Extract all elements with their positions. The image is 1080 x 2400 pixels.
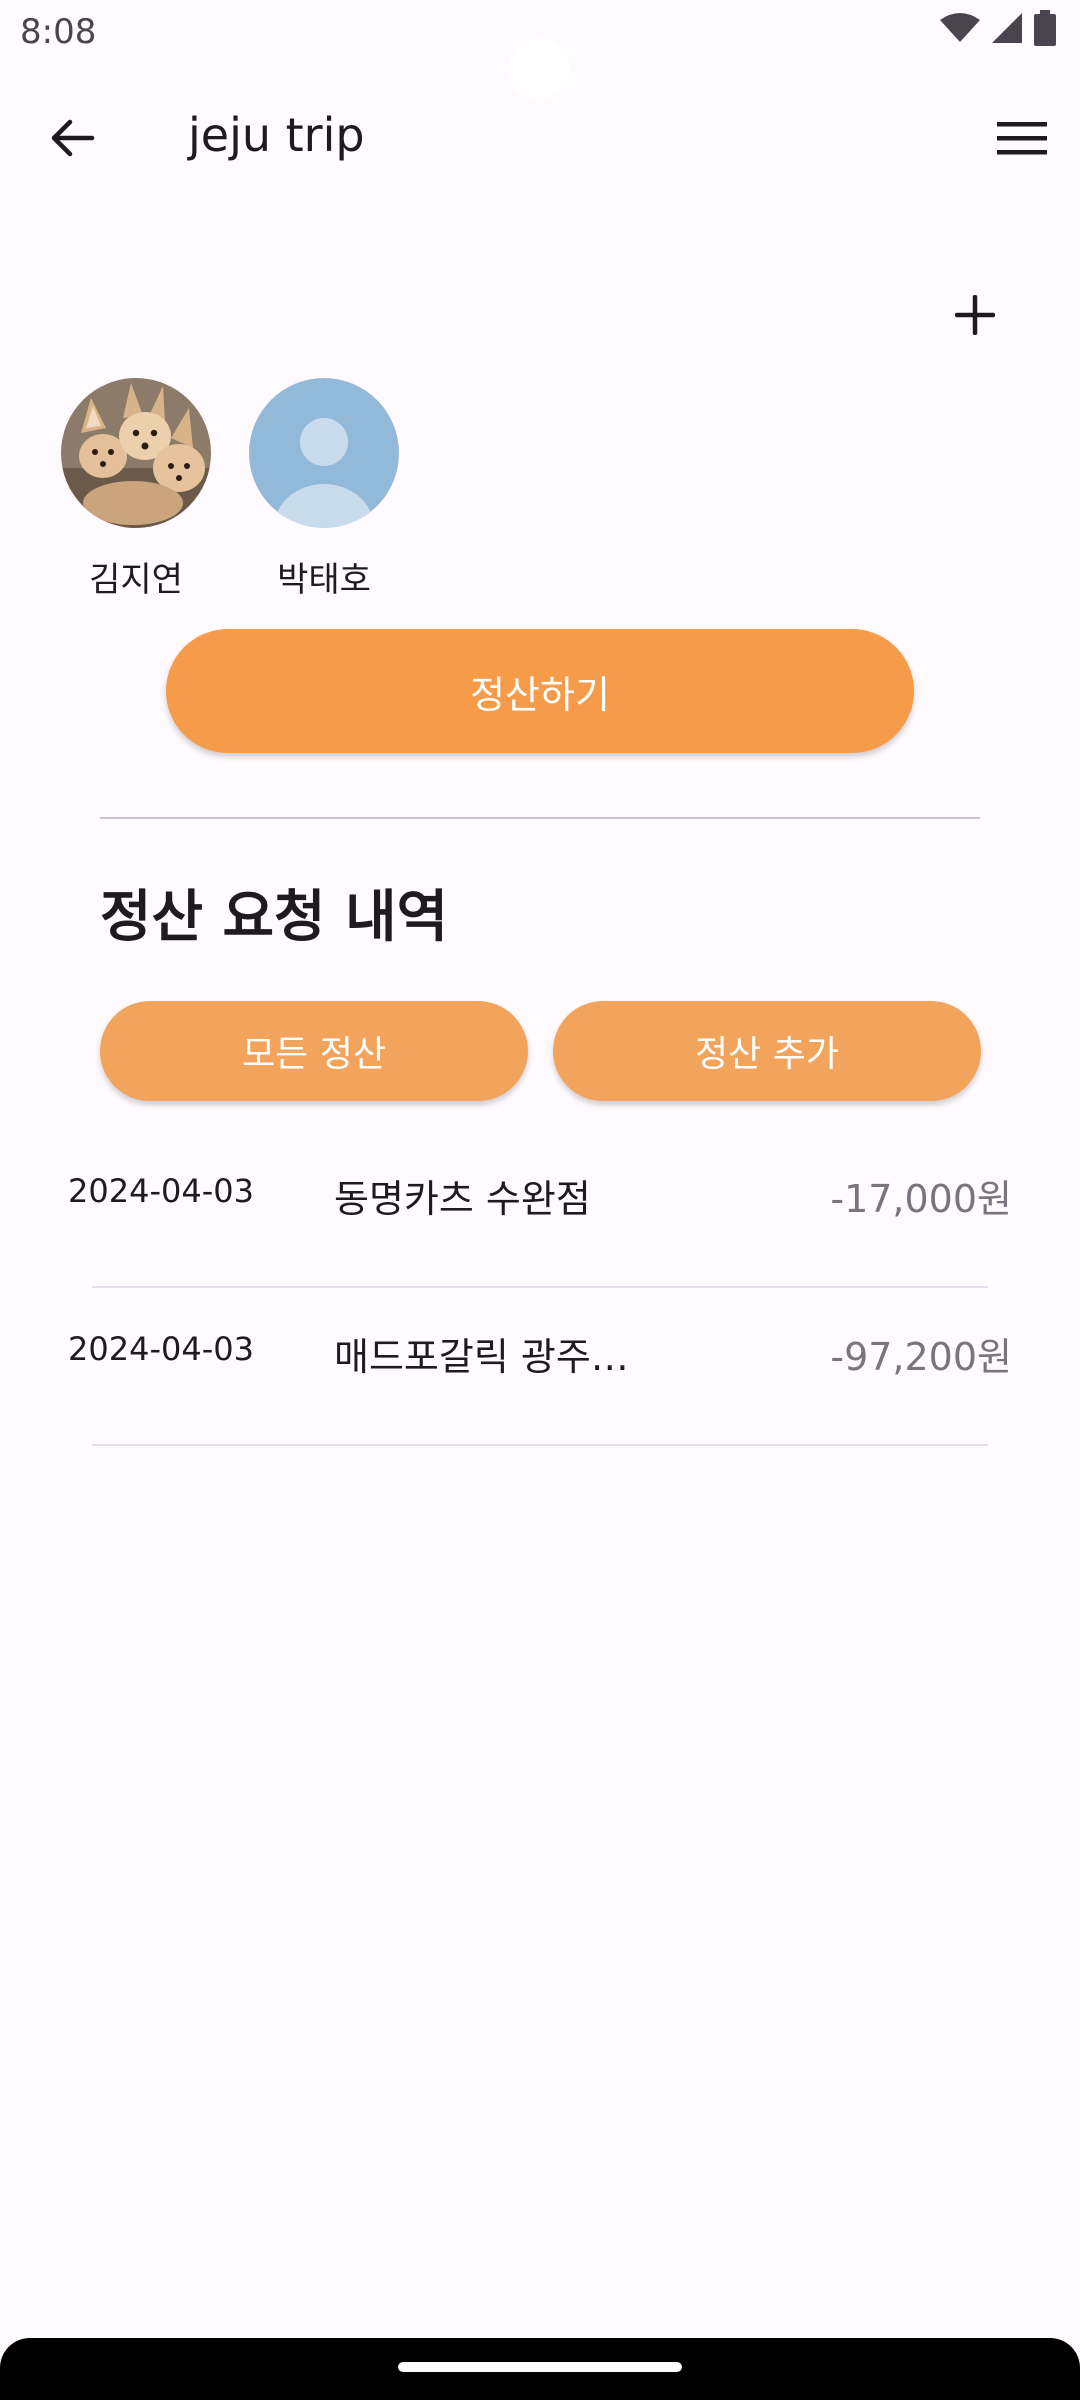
row-divider [92, 1444, 988, 1446]
app-bar: jeju trip [0, 80, 1080, 192]
status-icons [940, 10, 1056, 46]
transaction-list: 2024-04-03 동명카츠 수완점 -17,000원 2024-04-03 … [0, 1130, 1080, 1446]
page-title: jeju trip [188, 108, 365, 162]
all-settlements-button[interactable]: 모든 정산 [100, 1001, 528, 1101]
member-list: 김지연 박태호 [0, 378, 1080, 608]
transaction-amount: -97,200원 [830, 1335, 1012, 1379]
member-name: 김지연 [89, 560, 183, 600]
hamburger-menu-icon [997, 122, 1047, 155]
transaction-date: 2024-04-03 [68, 1330, 254, 1368]
transaction-date: 2024-04-03 [68, 1172, 254, 1210]
list-item[interactable]: 2024-04-03 매드포갈릭 광주… -97,200원 [0, 1288, 1080, 1446]
transaction-description: 매드포갈릭 광주… [334, 1335, 629, 1379]
status-time: 8:08 [20, 12, 97, 52]
section-title: 정산 요청 내역 [100, 885, 449, 950]
menu-button[interactable] [986, 102, 1058, 174]
list-item[interactable]: 2024-04-03 동명카츠 수완점 -17,000원 [0, 1130, 1080, 1288]
member-item[interactable]: 김지연 [51, 378, 221, 601]
cellular-signal-icon [992, 13, 1022, 43]
add-settlement-button[interactable]: 정산 추가 [553, 1001, 981, 1101]
add-member-button[interactable] [940, 280, 1010, 350]
member-item[interactable]: 박태호 [239, 378, 409, 601]
member-name: 박태호 [277, 560, 371, 600]
fennec-fox-avatar-image [61, 378, 211, 528]
transaction-amount: -17,000원 [830, 1177, 1012, 1221]
settle-button[interactable]: 정산하기 [166, 629, 914, 753]
transaction-description: 동명카츠 수완점 [334, 1177, 591, 1221]
wifi-icon [940, 13, 980, 42]
arrow-back-icon [51, 119, 95, 157]
back-button[interactable] [36, 102, 108, 174]
divider [100, 817, 980, 819]
avatar [249, 378, 399, 528]
avatar [61, 378, 211, 528]
default-person-icon [249, 378, 399, 528]
system-navigation-bar [0, 2338, 1080, 2400]
home-gesture-handle[interactable] [398, 2362, 682, 2372]
battery-icon [1034, 10, 1056, 46]
plus-icon [955, 295, 995, 335]
